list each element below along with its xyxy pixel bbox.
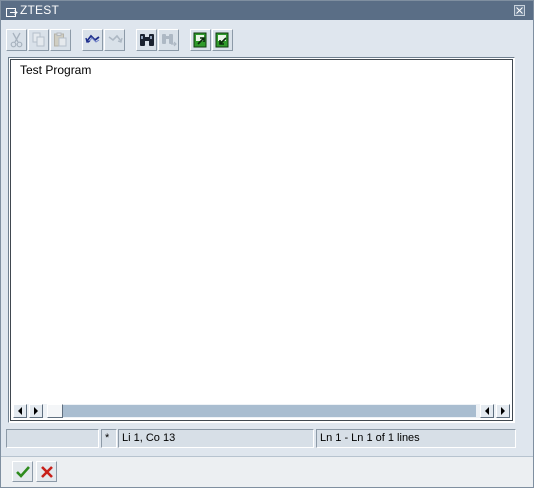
window-menu-icon[interactable]	[6, 5, 18, 17]
find-next-button[interactable]	[158, 29, 179, 51]
close-window-button[interactable]	[514, 5, 525, 16]
scroll-left-button[interactable]	[13, 404, 27, 418]
paste-button[interactable]	[50, 29, 71, 51]
status-bar: * Li 1, Co 13 Ln 1 - Ln 1 of 1 lines	[6, 429, 516, 448]
save-file-button[interactable]	[212, 29, 233, 51]
horizontal-scrollbar[interactable]	[13, 404, 510, 418]
editor-line[interactable]: Test Program	[20, 63, 91, 77]
redo-icon	[108, 34, 123, 43]
scrollbar-track[interactable]	[63, 405, 476, 417]
dialog-window: ZTEST Test Program * Li 1, Co 13 Ln 1 - …	[0, 0, 534, 488]
arrow-right-icon	[34, 407, 38, 415]
undo-button[interactable]	[82, 29, 103, 51]
dialog-footer	[1, 457, 533, 487]
confirm-button[interactable]	[12, 461, 33, 482]
save-file-icon	[215, 32, 229, 48]
close-icon	[516, 7, 523, 14]
page-left-button[interactable]	[480, 404, 494, 418]
line-count: Ln 1 - Ln 1 of 1 lines	[316, 429, 516, 448]
scissors-icon	[10, 32, 23, 48]
load-file-icon	[193, 32, 207, 48]
status-message-field	[6, 429, 99, 448]
editor-text-area[interactable]: Test Program	[10, 59, 513, 421]
find-button[interactable]	[136, 29, 157, 51]
load-file-button[interactable]	[190, 29, 211, 51]
undo-icon	[85, 34, 100, 44]
binoculars-next-icon	[162, 34, 177, 47]
arrow-left-icon	[18, 407, 22, 415]
redo-button[interactable]	[104, 29, 125, 51]
title-bar[interactable]: ZTEST	[1, 1, 533, 20]
scrollbar-thumb[interactable]	[47, 404, 63, 418]
cancel-button[interactable]	[36, 461, 57, 482]
cut-button[interactable]	[6, 29, 27, 51]
cursor-position: Li 1, Co 13	[118, 429, 314, 448]
arrow-left-icon	[485, 407, 489, 415]
checkmark-icon	[16, 466, 30, 478]
scroll-right-button[interactable]	[29, 404, 43, 418]
dialog-body: Test Program * Li 1, Co 13 Ln 1 - Ln 1 o…	[1, 20, 533, 487]
binoculars-icon	[140, 34, 154, 46]
clipboard-paste-icon	[54, 32, 67, 47]
cancel-x-icon	[41, 466, 53, 478]
copy-button[interactable]	[28, 29, 49, 51]
window-title: ZTEST	[20, 3, 59, 17]
copy-icon	[32, 32, 45, 47]
page-right-button[interactable]	[496, 404, 510, 418]
modified-indicator: *	[101, 429, 117, 448]
text-editor[interactable]: Test Program	[8, 57, 515, 423]
arrow-right-icon	[501, 407, 505, 415]
